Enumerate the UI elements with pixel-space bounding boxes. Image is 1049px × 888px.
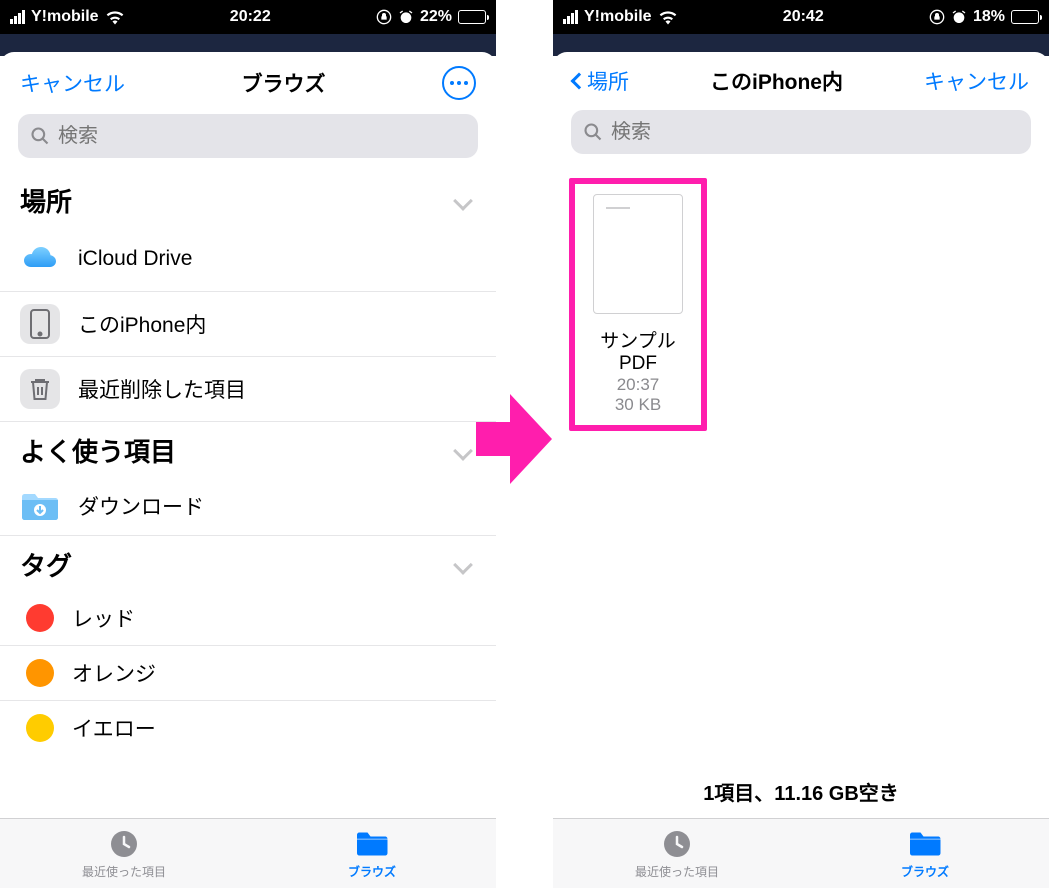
folder-icon (908, 827, 942, 861)
storage-status: 1項目、11.16 GB空き (553, 767, 1049, 818)
row-label: レッド (72, 603, 135, 633)
arrow-annotation-icon (476, 394, 552, 484)
clock-icon (660, 827, 694, 861)
wifi-icon (105, 9, 125, 25)
tab-label: 最近使った項目 (635, 863, 719, 880)
location-recently-deleted[interactable]: 最近削除した項目 (0, 357, 496, 422)
tag-dot-icon (26, 659, 54, 687)
location-icloud[interactable]: iCloud Drive (0, 227, 496, 292)
phone-right: Y!mobile 20:42 18% 場所 このiPhone内 キャンセル (553, 0, 1049, 888)
nav-bar: 場所 このiPhone内 キャンセル (553, 52, 1049, 106)
tab-browse[interactable]: ブラウズ (801, 819, 1049, 888)
file-content: サンプルPDF 20:37 30 KB (553, 168, 1049, 767)
location-sheet: 場所 このiPhone内 キャンセル サンプルPDF 20:37 30 KB (553, 52, 1049, 888)
wifi-icon (658, 9, 678, 25)
section-locations[interactable]: 場所 (0, 172, 496, 227)
location-on-iphone[interactable]: このiPhone内 (0, 292, 496, 357)
browse-content: 場所 iCloud Drive このiPhone内 (0, 172, 496, 818)
file-thumbnail-icon (593, 194, 683, 314)
folder-icon (355, 827, 389, 861)
favorite-downloads[interactable]: ダウンロード (0, 477, 496, 536)
file-grid: サンプルPDF 20:37 30 KB (553, 168, 1049, 441)
back-button[interactable]: 場所 (573, 66, 629, 96)
clock-icon (107, 827, 141, 861)
battery-icon (458, 10, 486, 24)
battery-pct: 18% (973, 8, 1005, 26)
file-item-sample-pdf[interactable]: サンプルPDF 20:37 30 KB (569, 178, 707, 431)
tab-browse[interactable]: ブラウズ (248, 819, 496, 888)
section-title: 場所 (20, 182, 72, 219)
file-size: 30 KB (615, 395, 661, 415)
search-bar[interactable] (571, 110, 1031, 154)
row-label: ダウンロード (78, 491, 204, 521)
chevron-down-icon (453, 191, 473, 211)
tab-recents[interactable]: 最近使った項目 (553, 819, 801, 888)
chevron-down-icon (453, 441, 473, 461)
row-label: イエロー (72, 713, 156, 743)
section-tags[interactable]: タグ (0, 536, 496, 591)
clock: 20:42 (678, 8, 929, 26)
cancel-button[interactable]: キャンセル (924, 66, 1029, 96)
back-label: 場所 (587, 66, 629, 96)
search-bar[interactable] (18, 114, 478, 158)
chevron-left-icon (571, 73, 588, 90)
signal-icon (10, 10, 25, 24)
tab-label: 最近使った項目 (82, 863, 166, 880)
alarm-icon (398, 9, 414, 25)
cancel-button[interactable]: キャンセル (20, 68, 125, 98)
trash-icon (20, 369, 60, 409)
status-bar: Y!mobile 20:22 22% (0, 0, 496, 34)
orientation-lock-icon (929, 9, 945, 25)
section-title: タグ (20, 546, 72, 583)
iphone-icon (20, 304, 60, 344)
alarm-icon (951, 9, 967, 25)
tab-recents[interactable]: 最近使った項目 (0, 819, 248, 888)
orientation-lock-icon (376, 9, 392, 25)
status-bar: Y!mobile 20:42 18% (553, 0, 1049, 34)
tag-red[interactable]: レッド (0, 591, 496, 646)
nav-title: このiPhone内 (710, 66, 843, 96)
search-icon (30, 126, 50, 146)
file-time: 20:37 (617, 375, 660, 395)
tab-bar: 最近使った項目 ブラウズ (0, 818, 496, 888)
tab-label: ブラウズ (348, 863, 396, 880)
more-button[interactable] (442, 66, 476, 100)
row-label: このiPhone内 (78, 309, 206, 339)
phone-left: Y!mobile 20:22 22% キャンセル ブラウズ (0, 0, 496, 888)
downloads-folder-icon (20, 489, 60, 523)
search-input[interactable] (611, 121, 1019, 144)
nav-bar: キャンセル ブラウズ (0, 52, 496, 110)
section-title: よく使う項目 (20, 432, 176, 469)
tab-bar: 最近使った項目 ブラウズ (553, 818, 1049, 888)
search-icon (583, 122, 603, 142)
clock: 20:22 (125, 8, 376, 26)
tag-yellow[interactable]: イエロー (0, 701, 496, 755)
signal-icon (563, 10, 578, 24)
row-label: iCloud Drive (78, 247, 192, 271)
row-label: 最近削除した項目 (78, 374, 246, 404)
row-label: オレンジ (72, 658, 156, 688)
battery-pct: 22% (420, 8, 452, 26)
ellipsis-icon (450, 81, 468, 85)
search-input[interactable] (58, 125, 466, 148)
carrier-label: Y!mobile (31, 8, 99, 26)
carrier-label: Y!mobile (584, 8, 652, 26)
nav-title: ブラウズ (242, 68, 326, 98)
chevron-down-icon (453, 555, 473, 575)
tag-dot-icon (26, 604, 54, 632)
tab-label: ブラウズ (901, 863, 949, 880)
icloud-icon (20, 239, 60, 279)
tag-dot-icon (26, 714, 54, 742)
browse-sheet: キャンセル ブラウズ 場所 iCloud Drive (0, 52, 496, 888)
section-favorites[interactable]: よく使う項目 (0, 422, 496, 477)
battery-icon (1011, 10, 1039, 24)
file-name: サンプルPDF (583, 326, 693, 375)
tag-orange[interactable]: オレンジ (0, 646, 496, 701)
